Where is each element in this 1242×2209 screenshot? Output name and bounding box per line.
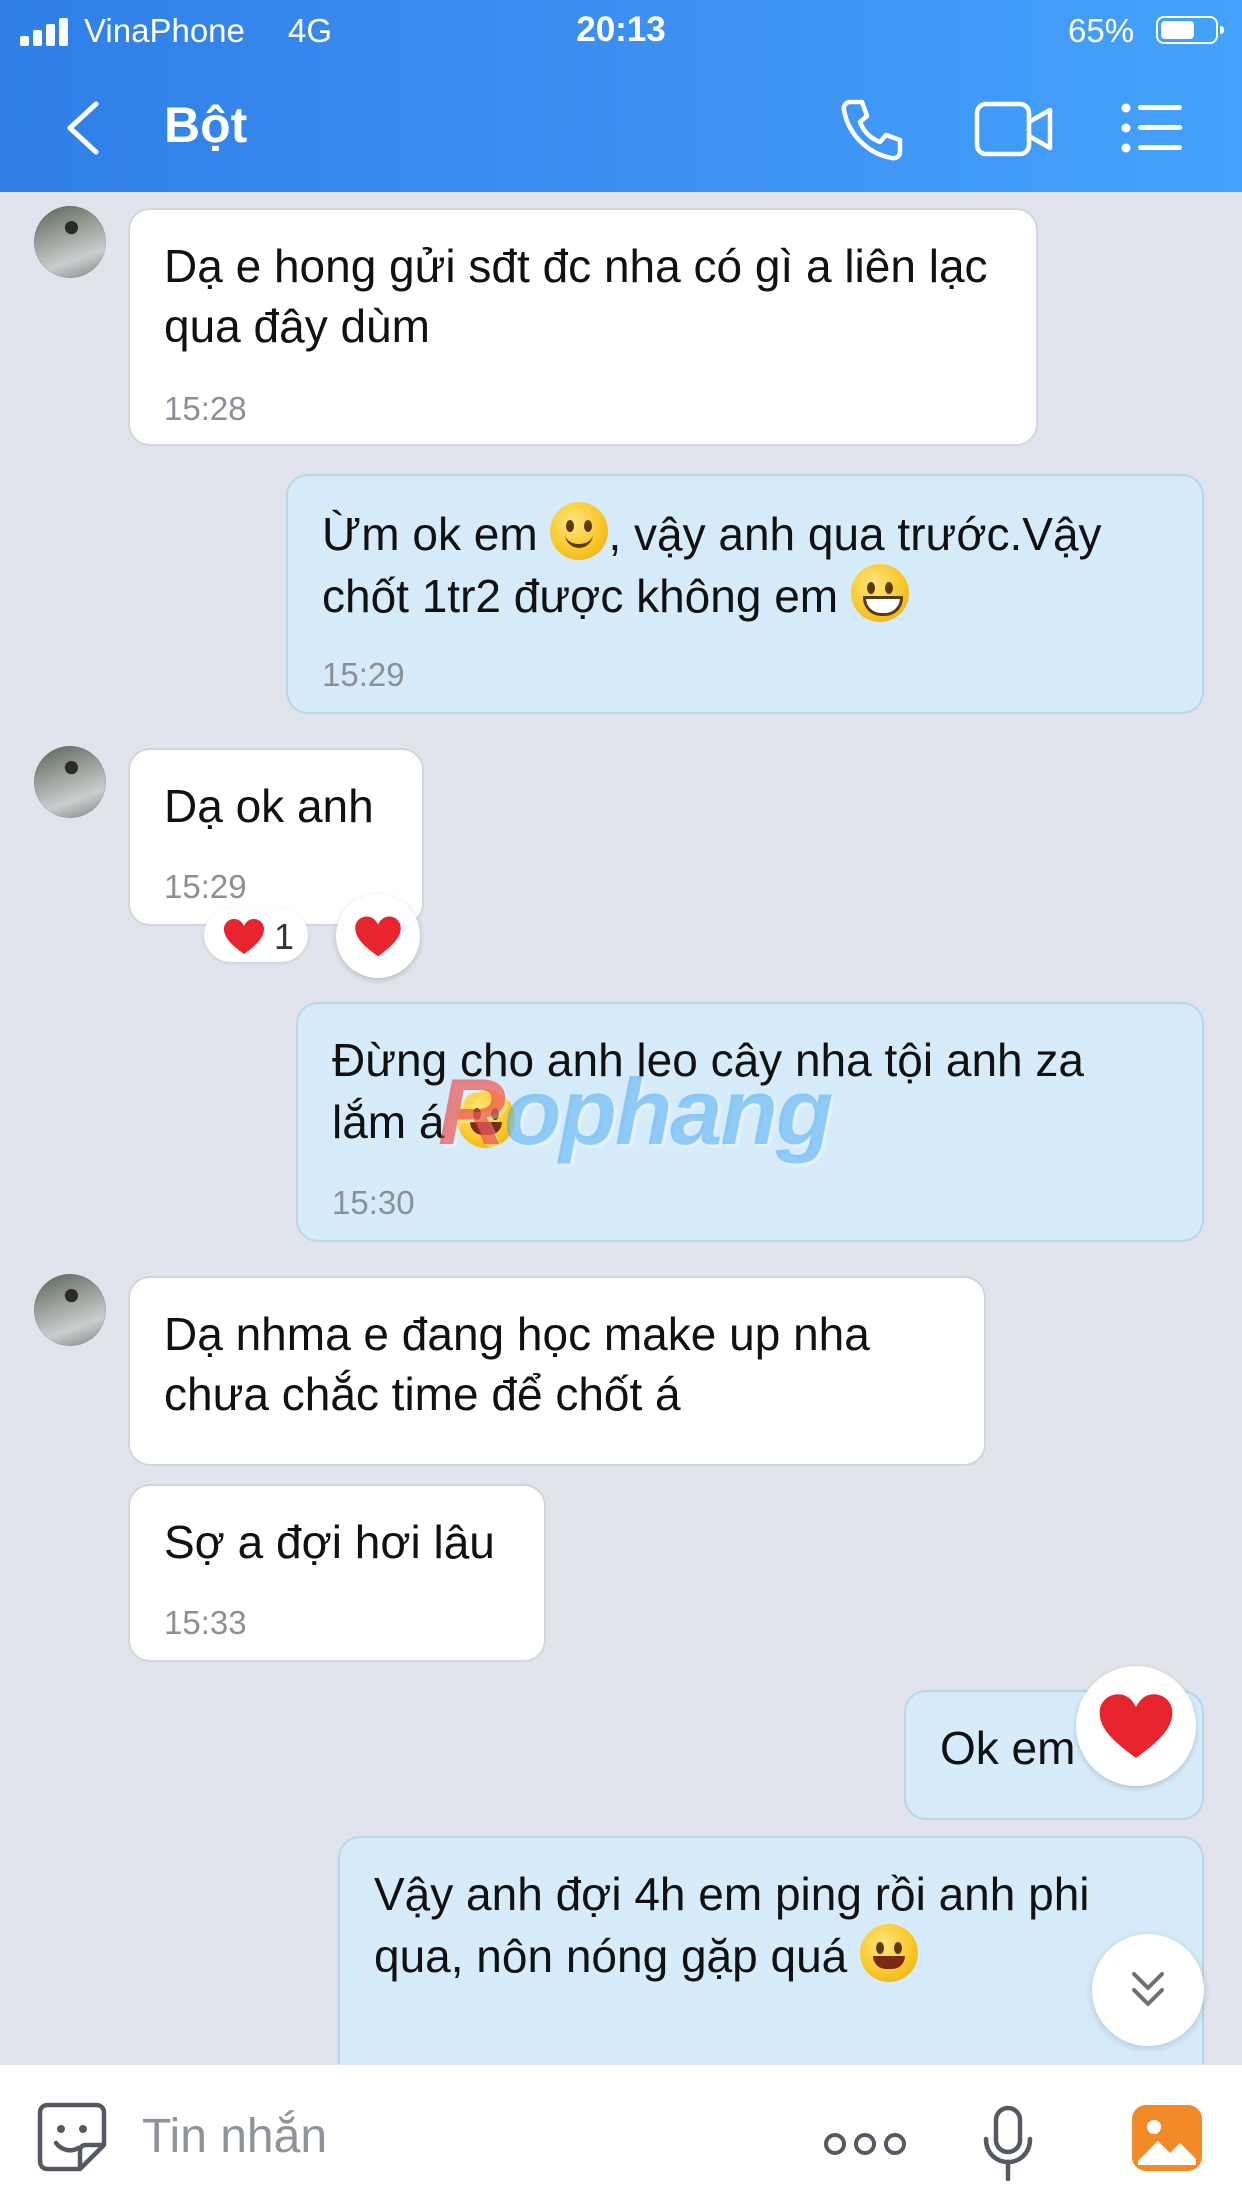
heart-icon: [355, 916, 401, 957]
more-icon[interactable]: [822, 2131, 908, 2157]
message-text: Dạ e hong gửi sđt đc nha có gì a liên lạ…: [164, 240, 988, 352]
message-text: Dạ nhma e đang học make up nha chưa chắc…: [164, 1308, 870, 1420]
react-button[interactable]: [336, 894, 420, 978]
face-with-tears-of-joy-icon: [860, 1924, 919, 1982]
message-time: 15:29: [164, 868, 247, 905]
message-time: 15:33: [164, 1604, 247, 1641]
status-bar: VinaPhone 4G 20:13 65%: [0, 0, 1242, 62]
avatar[interactable]: [34, 1274, 106, 1346]
menu-icon[interactable]: [1120, 98, 1184, 158]
message-bubble-incoming[interactable]: Dạ e hong gửi sđt đc nha có gì a liên lạ…: [128, 208, 1038, 446]
scroll-to-bottom-button[interactable]: [1092, 1934, 1204, 2046]
back-icon[interactable]: [56, 96, 116, 160]
phone-icon[interactable]: [836, 94, 908, 166]
avatar[interactable]: [34, 746, 106, 818]
message-bubble-outgoing[interactable]: Ừm ok em , vậy anh qua trước.Vậy chốt 1t…: [286, 474, 1204, 714]
heart-icon: [1099, 1694, 1173, 1758]
slightly-smiling-face-icon: [550, 502, 609, 560]
video-call-icon[interactable]: [974, 98, 1054, 160]
chat-header: VinaPhone 4G 20:13 65% Bột: [0, 0, 1242, 192]
message-text: Ừm ok em , vậy anh qua trước.Vậy chốt 1t…: [322, 502, 1168, 626]
message-bubble-incoming[interactable]: Sợ a đợi hơi lâu 15:33: [128, 1484, 546, 1662]
reaction-summary[interactable]: 1: [204, 908, 308, 962]
watermark-logo: Rophang: [438, 1059, 833, 1164]
heart-icon: [224, 919, 264, 954]
message-text: Dạ ok anh: [164, 780, 374, 832]
grinning-face-icon: [850, 564, 909, 622]
message-time: 15:29: [322, 656, 405, 693]
react-button[interactable]: [1076, 1666, 1196, 1786]
message-input[interactable]: Tin nhắn: [142, 2109, 327, 2164]
message-text: Vậy anh đợi 4h em ping rồi anh phi qua, …: [374, 1868, 1090, 1982]
avatar[interactable]: [34, 206, 106, 278]
battery-icon: [1156, 16, 1224, 44]
reaction-count: 1: [274, 916, 295, 957]
message-text: Sợ a đợi hơi lâu: [164, 1516, 495, 1568]
conversation-title[interactable]: Bột: [164, 96, 247, 154]
message-bubble-incoming[interactable]: Dạ nhma e đang học make up nha chưa chắc…: [128, 1276, 986, 1466]
image-icon[interactable]: [1130, 2103, 1204, 2173]
microphone-icon[interactable]: [980, 2105, 1036, 2183]
message-time: 15:30: [332, 1184, 415, 1221]
sticker-icon[interactable]: [36, 2101, 108, 2173]
battery-percent: 65%: [1068, 12, 1135, 49]
message-time: 15:28: [164, 390, 247, 427]
message-composer: Tin nhắn: [0, 2064, 1242, 2209]
clock: 20:13: [576, 10, 666, 49]
chevron-double-down-icon: [1132, 1972, 1164, 2006]
